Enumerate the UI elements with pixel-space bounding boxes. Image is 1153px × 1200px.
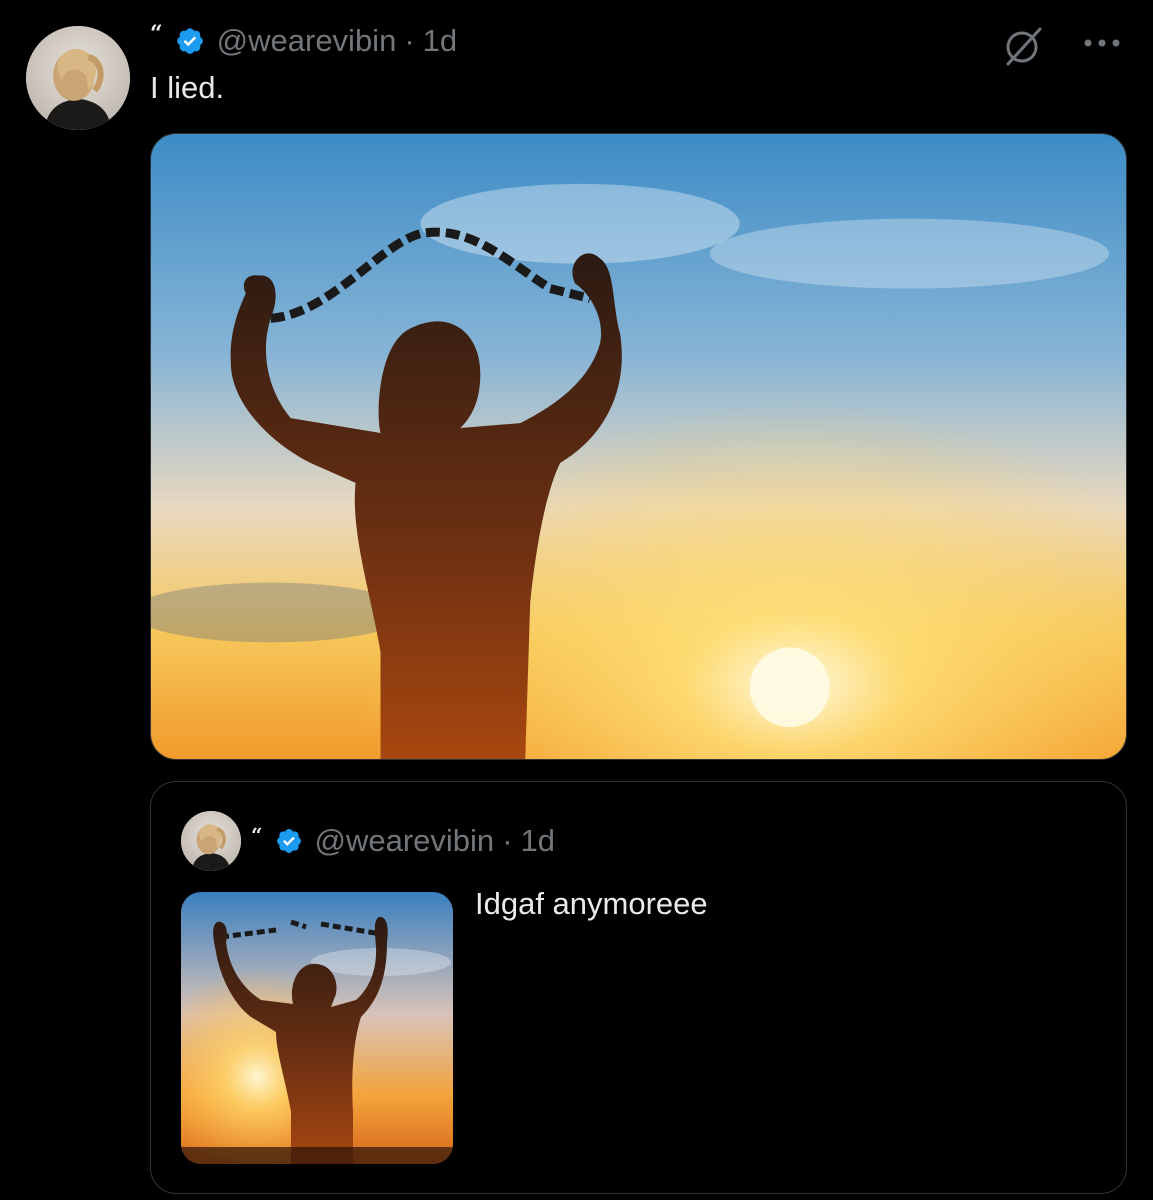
verified-badge-icon <box>175 26 205 56</box>
grok-icon[interactable] <box>1002 24 1046 68</box>
quote-glyph: “ <box>150 21 163 47</box>
quoted-tweet-text: Idgaf anymoreee <box>475 886 708 921</box>
quoted-avatar[interactable] <box>181 811 241 871</box>
more-options-icon[interactable] <box>1082 36 1122 48</box>
author-handle[interactable]: @wearevibin <box>217 23 397 59</box>
tweet-text: I lied. <box>150 70 225 105</box>
quoted-tweet-card[interactable]: “ @wearevibin · 1d Idgaf anymoreee <box>150 781 1127 1194</box>
separator: · <box>502 823 513 858</box>
verified-badge-icon <box>275 827 303 855</box>
quoted-tweet-timestamp[interactable]: 1d <box>521 823 555 859</box>
quoted-author-handle[interactable]: @wearevibin <box>315 823 495 859</box>
quote-glyph: “ <box>251 823 263 847</box>
avatar[interactable] <box>26 26 130 130</box>
quoted-tweet-media-thumbnail[interactable] <box>181 892 453 1164</box>
separator: · <box>404 23 415 58</box>
quoted-tweet-header: “ @wearevibin · 1d <box>251 820 555 862</box>
tweet-header: “ @wearevibin · 1d <box>150 20 457 62</box>
tweet-media-image[interactable] <box>150 133 1127 760</box>
tweet-timestamp[interactable]: 1d <box>423 23 457 59</box>
